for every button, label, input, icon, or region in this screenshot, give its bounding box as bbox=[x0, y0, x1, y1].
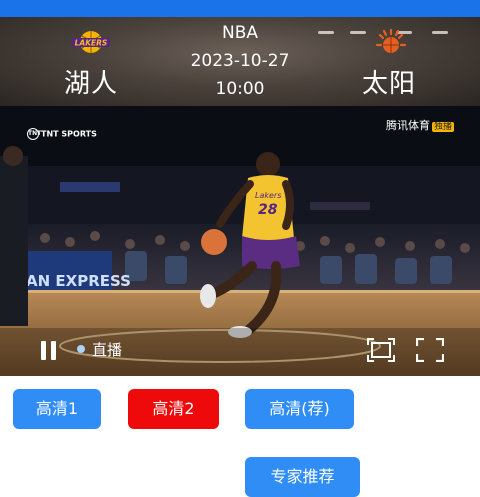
live-label: 直播 bbox=[92, 341, 123, 359]
away-team-name: 太阳 bbox=[362, 69, 417, 99]
video-frame: AN EXPRESS 28 Lakers bbox=[0, 106, 480, 376]
svg-text:Lakers: Lakers bbox=[255, 191, 281, 200]
svg-text:AN EXPRESS: AN EXPRESS bbox=[26, 272, 131, 290]
expert-recommend-button[interactable]: 专家推荐 bbox=[245, 457, 360, 497]
fullscreen-icon[interactable] bbox=[416, 338, 444, 362]
pause-icon bbox=[41, 341, 46, 360]
source-watermark: 腾讯体育 独播 bbox=[386, 119, 455, 132]
svg-text:28: 28 bbox=[258, 202, 278, 218]
match-header: LAKERS 湖人 NBA 2023-10-27 10:00 太阳 bbox=[0, 17, 480, 106]
pause-icon bbox=[51, 341, 56, 360]
top-bar bbox=[0, 0, 480, 17]
live-indicator-dot bbox=[77, 345, 85, 353]
league-name: NBA bbox=[221, 23, 258, 43]
pause-button[interactable] bbox=[38, 340, 60, 362]
broadcaster-logo: TNTTNT SPORTS bbox=[27, 128, 97, 140]
hd-recommended-button[interactable]: 高清(荐) bbox=[245, 389, 354, 429]
suns-logo-icon bbox=[375, 28, 407, 53]
screen-fit-icon[interactable] bbox=[367, 338, 395, 362]
hd1-button[interactable]: 高清1 bbox=[13, 389, 101, 429]
video-player[interactable]: AN EXPRESS 28 Lakers TNTTNT SPORTS 腾讯体育独… bbox=[0, 106, 480, 376]
hd2-button[interactable]: 高清2 bbox=[128, 389, 219, 429]
